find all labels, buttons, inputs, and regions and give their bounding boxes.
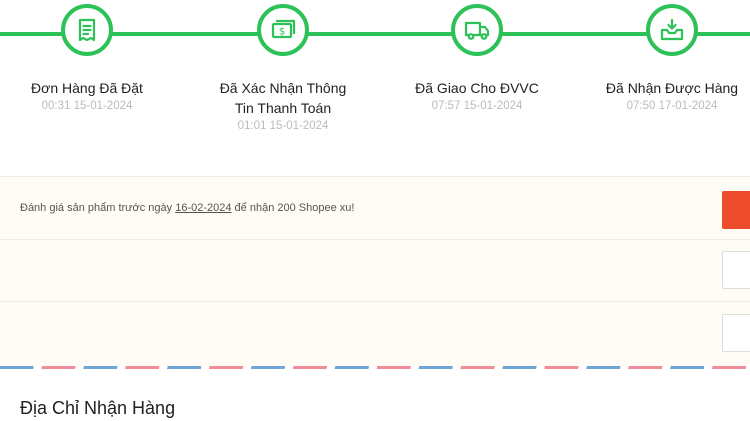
step-time: 01:01 15-01-2024 xyxy=(237,120,329,132)
order-actions-panel: Đánh giá sản phẩm trước ngày 16-02-2024 … xyxy=(0,176,750,366)
step-time: 00:31 15-01-2024 xyxy=(41,100,133,112)
contact-seller-button[interactable] xyxy=(722,251,750,289)
secondary-action-button[interactable] xyxy=(722,314,750,352)
review-reminder-text: Đánh giá sản phẩm trước ngày 16-02-2024 … xyxy=(20,202,354,214)
svg-text:$: $ xyxy=(279,27,285,38)
step-time: 07:50 17-01-2024 xyxy=(626,100,718,112)
step-payment-confirmed: $ Đã Xác Nhận Thông Tin Thanh Toán 01:01… xyxy=(193,4,373,132)
order-status-tracker: Đơn Hàng Đã Đặt 00:31 15-01-2024 $ Đã Xá… xyxy=(0,0,750,176)
step-label-line1: Đã Xác Nhận Thông xyxy=(219,80,347,96)
action-row xyxy=(0,239,750,302)
money-icon: $ xyxy=(257,4,309,56)
step-label-line2: Tin Thanh Toán xyxy=(234,100,332,116)
review-row: Đánh giá sản phẩm trước ngày 16-02-2024 … xyxy=(0,176,750,240)
step-label: Đã Giao Cho ĐVVC xyxy=(415,80,539,96)
action-row xyxy=(0,302,750,364)
rate-button[interactable] xyxy=(722,191,750,229)
review-deadline-date: 16-02-2024 xyxy=(175,202,232,214)
step-label: Đã Xác Nhận Thông Tin Thanh Toán xyxy=(193,78,373,118)
envelope-divider xyxy=(0,366,750,369)
step-shipped: Đã Giao Cho ĐVVC 07:57 15-01-2024 xyxy=(387,4,567,112)
receipt-icon xyxy=(61,4,113,56)
address-section-title: Địa Chỉ Nhận Hàng xyxy=(20,398,176,418)
step-label: Đã Nhận Được Hàng xyxy=(605,80,739,96)
step-order-placed: Đơn Hàng Đã Đặt 00:31 15-01-2024 xyxy=(0,4,177,112)
inbox-download-icon xyxy=(646,4,698,56)
truck-icon xyxy=(451,4,503,56)
step-received: Đã Nhận Được Hàng 07:50 17-01-2024 xyxy=(582,4,750,112)
review-suffix: để nhận 200 Shopee xu! xyxy=(231,202,355,214)
review-prefix: Đánh giá sản phẩm trước ngày xyxy=(20,202,176,214)
step-time: 07:57 15-01-2024 xyxy=(431,100,523,112)
step-label: Đơn Hàng Đã Đặt xyxy=(31,80,143,96)
